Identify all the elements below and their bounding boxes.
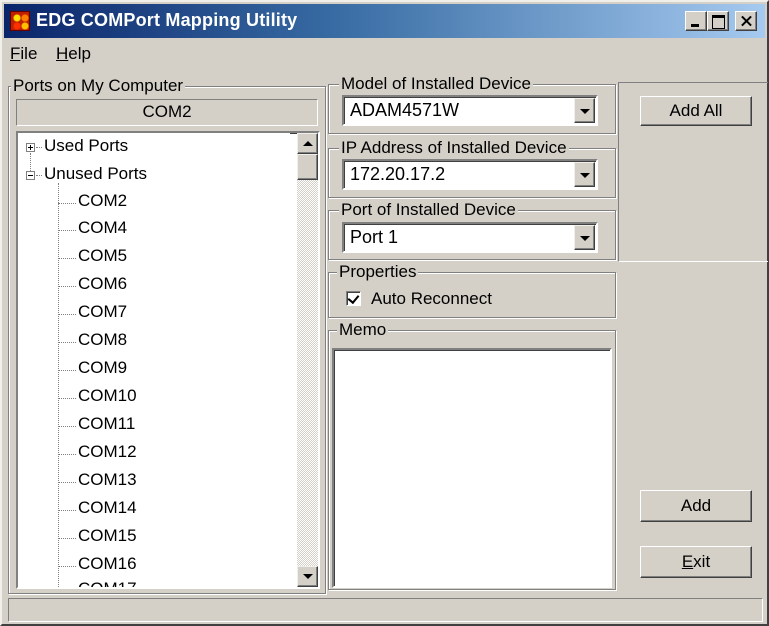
chevron-down-icon[interactable] [574, 98, 595, 123]
memo-group-label: Memo [337, 320, 389, 340]
tree-node-com[interactable]: COM16 [78, 554, 137, 574]
expand-used-ports-icon[interactable] [26, 143, 35, 152]
chevron-down-icon[interactable] [574, 225, 595, 250]
properties-group-label: Properties [337, 262, 419, 282]
ip-combo-value: 172.20.17.2 [350, 164, 446, 184]
tree-connector [58, 286, 76, 287]
tree-connector [58, 203, 76, 204]
scroll-thumb[interactable] [297, 154, 318, 180]
tree-node-com[interactable]: COM8 [78, 330, 127, 350]
close-button[interactable] [735, 11, 757, 31]
tree-node-com[interactable]: COM4 [78, 218, 127, 238]
model-group-label: Model of Installed Device [339, 74, 533, 94]
minimize-button[interactable] [685, 11, 707, 31]
exit-button-accel: E [681, 552, 694, 571]
tree-connector [58, 370, 76, 371]
menu-help-accel: H [56, 44, 69, 63]
tree-node-com[interactable]: COM14 [78, 498, 137, 518]
window-title: EDG COMPort Mapping Utility [36, 10, 298, 30]
scroll-down-icon[interactable] [297, 566, 318, 587]
ports-tree-content: Used Ports Unused Ports COM2 COM4 COM5 C… [18, 133, 290, 587]
add-all-button[interactable]: Add All [640, 96, 752, 126]
tree-node-com[interactable]: COM9 [78, 358, 127, 378]
tree-connector [58, 398, 76, 399]
tree-connector [36, 175, 42, 176]
memo-textarea[interactable] [332, 348, 612, 588]
tree-connector [58, 258, 76, 259]
scroll-up-icon[interactable] [297, 133, 318, 154]
tree-connector [58, 482, 76, 483]
collapse-unused-ports-icon[interactable] [26, 171, 35, 180]
tree-connector [58, 183, 59, 587]
tree-connector [30, 153, 31, 171]
tree-scrollbar[interactable] [297, 133, 318, 587]
tree-connector [58, 510, 76, 511]
selected-port-display: COM2 [16, 99, 318, 126]
menu-help[interactable]: Help [56, 44, 91, 64]
menu-file[interactable]: File [10, 44, 37, 64]
tree-node-com[interactable]: COM11 [78, 414, 135, 434]
add-button[interactable]: Add [640, 490, 752, 522]
tree-node-com[interactable]: COM10 [78, 386, 137, 406]
tree-connector [58, 230, 76, 231]
menu-help-label: elp [68, 44, 91, 63]
port-combo-value: Port 1 [350, 227, 399, 247]
tree-connector [58, 314, 76, 315]
menu-file-label: ile [20, 44, 38, 63]
tree-node-used-ports[interactable]: Used Ports [44, 136, 128, 156]
ip-combo[interactable]: 172.20.17.2 [342, 159, 598, 190]
menu-bar: File Help [4, 40, 765, 66]
exit-button-label: xit [693, 552, 711, 571]
model-combo[interactable]: ADAM4571W [342, 95, 598, 126]
tree-connector [36, 147, 42, 148]
chevron-down-icon[interactable] [574, 162, 595, 187]
title-bar[interactable]: EDG COMPort Mapping Utility [4, 4, 765, 38]
ports-group-label: Ports on My Computer [11, 76, 186, 96]
port-combo[interactable]: Port 1 [342, 222, 598, 253]
tree-connector [58, 342, 76, 343]
tree-node-com[interactable]: COM17 [78, 579, 137, 587]
tree-node-com[interactable]: COM12 [78, 442, 137, 462]
tree-node-com[interactable]: COM6 [78, 274, 127, 294]
app-logo-icon [10, 11, 30, 31]
menu-file-accel: F [10, 44, 21, 63]
tree-node-com[interactable]: COM5 [78, 246, 127, 266]
auto-reconnect-checkbox[interactable] [346, 291, 361, 306]
tree-node-com[interactable]: COM7 [78, 302, 127, 322]
auto-reconnect-label[interactable]: Auto Reconnect [371, 289, 492, 309]
main-window: EDG COMPort Mapping Utility File Help Po… [0, 0, 769, 626]
ip-group-label: IP Address of Installed Device [339, 138, 569, 158]
tree-node-com[interactable]: COM2 [78, 191, 127, 211]
port-group-label: Port of Installed Device [339, 200, 518, 220]
exit-button[interactable]: Exit [640, 546, 752, 578]
ports-tree[interactable]: Used Ports Unused Ports COM2 COM4 COM5 C… [16, 131, 320, 589]
tree-connector [58, 426, 76, 427]
tree-node-unused-ports[interactable]: Unused Ports [44, 164, 147, 184]
tree-connector [58, 538, 76, 539]
tree-node-com[interactable]: COM13 [78, 470, 137, 490]
status-bar [8, 598, 763, 622]
tree-connector [58, 566, 76, 567]
tree-node-com[interactable]: COM15 [78, 526, 137, 546]
tree-connector [58, 454, 76, 455]
maximize-button[interactable] [707, 11, 729, 31]
model-combo-value: ADAM4571W [350, 100, 460, 120]
